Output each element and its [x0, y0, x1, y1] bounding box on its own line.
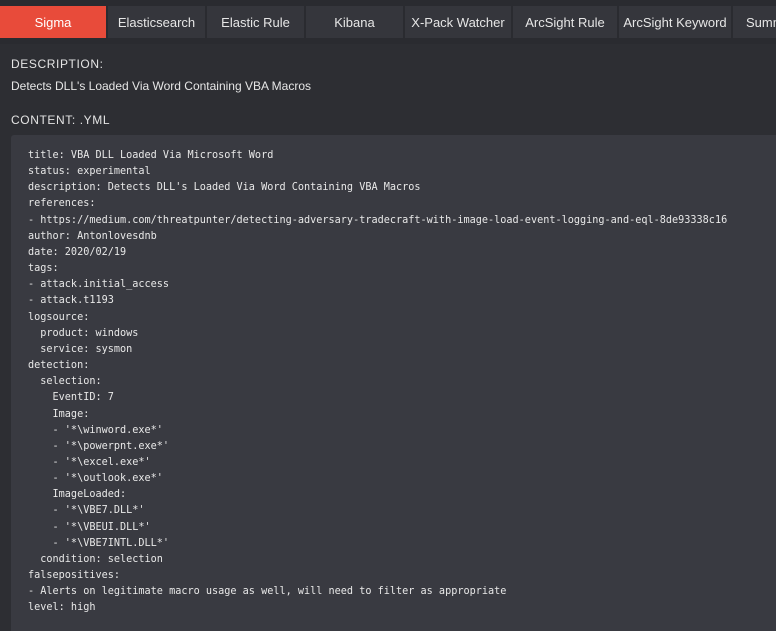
code-line: - '*\powerpnt.exe*'	[28, 440, 170, 452]
code-line: condition: selection	[28, 553, 163, 565]
code-line: description: Detects DLL's Loaded Via Wo…	[28, 182, 421, 194]
code-line: selection:	[28, 376, 102, 388]
code-line: - '*\outlook.exe*'	[28, 473, 163, 485]
code-line: - '*\VBE7.DLL*'	[28, 505, 145, 517]
code-line: logsource:	[28, 311, 90, 323]
tab-elasticsearch[interactable]: Elasticsearch	[108, 6, 205, 38]
code-line: title: VBA DLL Loaded Via Microsoft Word	[28, 150, 274, 161]
description-heading: DESCRIPTION:	[11, 57, 104, 71]
code-line: - '*\VBE7INTL.DLL*'	[28, 537, 170, 549]
code-line: ImageLoaded:	[28, 489, 127, 501]
content-heading: CONTENT: .YML	[11, 113, 111, 127]
tab-xpack-watcher[interactable]: X-Pack Watcher	[405, 6, 511, 38]
code-line: service: sysmon	[28, 343, 133, 355]
code-line: - '*\winword.exe*'	[28, 424, 163, 436]
code-line: falsepositives:	[28, 570, 121, 582]
yaml-code-block[interactable]: title: VBA DLL Loaded Via Microsoft Word…	[11, 135, 776, 631]
code-line: - '*\VBEUI.DLL*'	[28, 521, 151, 533]
code-line: - https://medium.com/threatpunter/detect…	[28, 214, 728, 226]
code-line: tags:	[28, 263, 59, 275]
code-line: date: 2020/02/19	[28, 246, 127, 258]
tab-kibana[interactable]: Kibana	[306, 6, 403, 38]
description-text: Detects DLL's Loaded Via Word Containing…	[11, 79, 312, 93]
tab-arcsight-rule[interactable]: ArcSight Rule	[513, 6, 617, 38]
tab-sigma[interactable]: Sigma	[0, 6, 106, 38]
code-line: status: experimental	[28, 166, 151, 178]
code-line: author: Antonlovesdnb	[28, 230, 157, 242]
code-line: references:	[28, 198, 96, 210]
tab-arcsight-keyword[interactable]: ArcSight Keyword	[619, 6, 731, 38]
code-line: Image:	[28, 408, 90, 420]
tab-elastic-rule[interactable]: Elastic Rule	[207, 6, 304, 38]
code-line: EventID: 7	[28, 392, 114, 404]
code-line: - '*\excel.exe*'	[28, 456, 151, 468]
code-line: product: windows	[28, 327, 139, 339]
code-line: - attack.t1193	[28, 295, 114, 307]
tab-summary[interactable]: Summ	[733, 6, 776, 38]
code-line: detection:	[28, 360, 90, 372]
code-line: level: high	[28, 602, 96, 614]
tab-list: Sigma Elasticsearch Elastic Rule Kibana …	[0, 6, 776, 38]
yaml-code-text: title: VBA DLL Loaded Via Microsoft Word…	[28, 148, 776, 617]
converter-tab-bar: Sigma Elasticsearch Elastic Rule Kibana …	[0, 0, 776, 44]
code-line: - attack.initial_access	[28, 279, 170, 291]
code-line: - Alerts on legitimate macro usage as we…	[28, 586, 507, 598]
